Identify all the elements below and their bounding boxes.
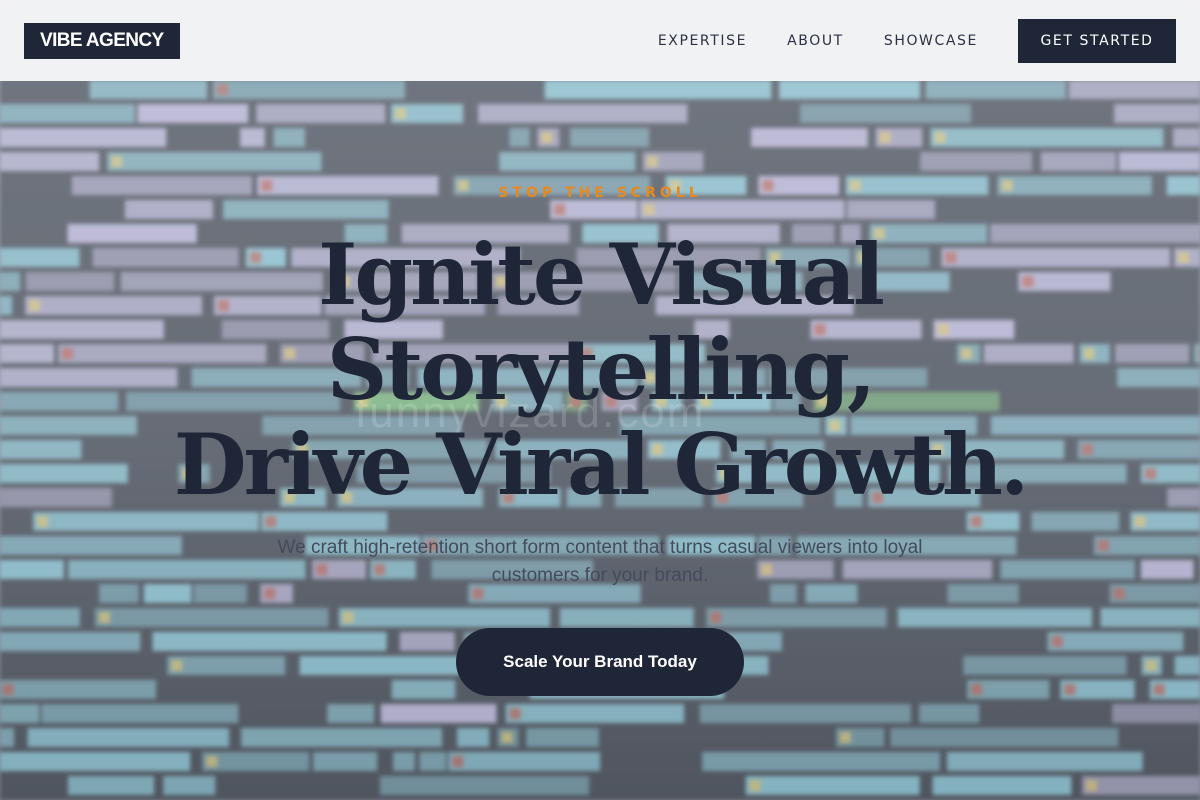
- nav-link-expertise[interactable]: EXPERTISE: [658, 33, 747, 49]
- hero-subtitle: We craft high-retention short form conte…: [277, 537, 923, 586]
- hero-eyebrow: STOP THE SCROLL: [498, 185, 702, 201]
- get-started-button[interactable]: GET STARTED: [1018, 18, 1176, 63]
- hero-headline: Ignite Visual Storytelling, Drive Viral …: [0, 227, 1200, 512]
- nav-links: EXPERTISE ABOUT SHOWCASE: [658, 33, 978, 49]
- nav-link-about[interactable]: ABOUT: [787, 33, 844, 49]
- headline-line-1: Ignite Visual: [318, 225, 885, 324]
- headline-line-3: Drive Viral Growth.: [173, 415, 1029, 514]
- logo[interactable]: VIBE AGENCY: [24, 22, 180, 59]
- navbar: VIBE AGENCY EXPERTISE ABOUT SHOWCASE GET…: [0, 0, 1200, 81]
- headline-line-2: Storytelling,: [326, 320, 877, 419]
- nav-link-showcase[interactable]: SHOWCASE: [884, 33, 978, 49]
- hero-section: STOP THE SCROLL Ignite Visual Storytelli…: [0, 81, 1200, 800]
- scale-your-brand-button[interactable]: Scale Your Brand Today: [456, 628, 744, 696]
